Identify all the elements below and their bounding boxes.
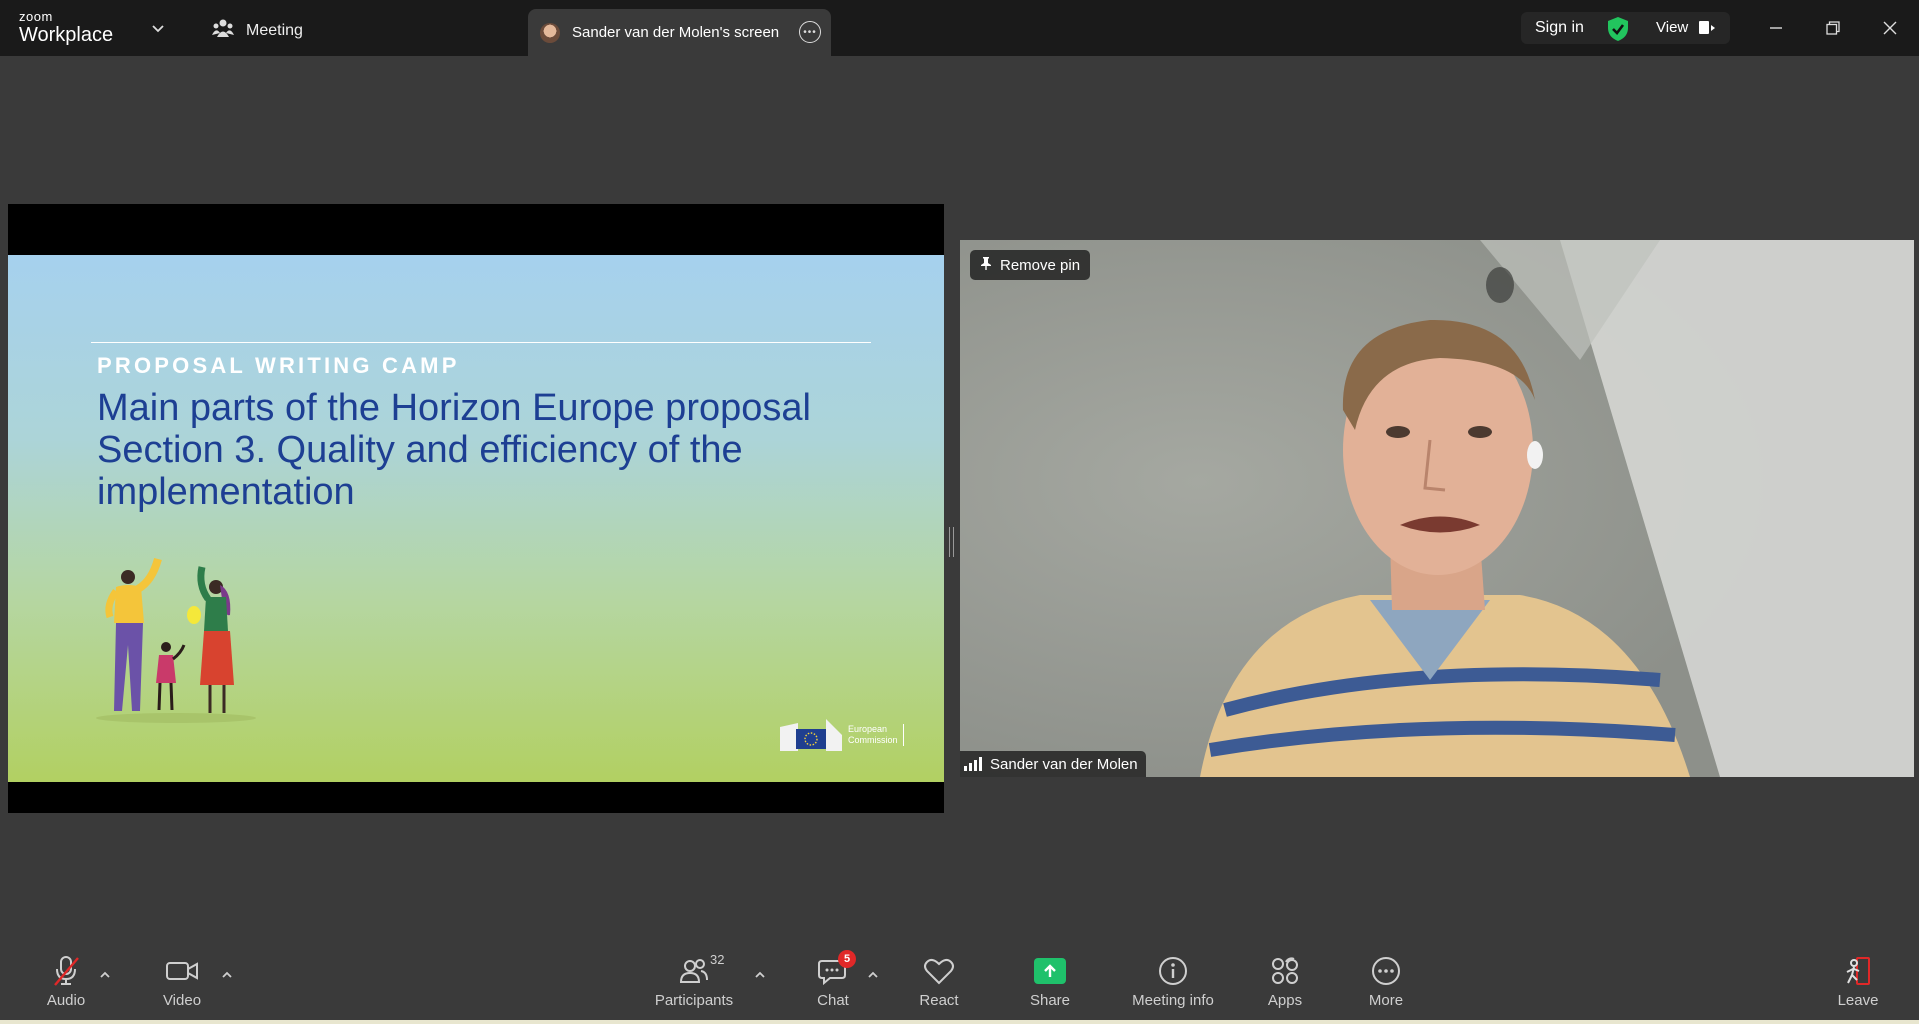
video-camera-icon [165, 954, 199, 988]
meeting-menu[interactable]: Meeting [212, 18, 303, 43]
leave-label: Leave [1837, 992, 1879, 1009]
signal-strength-icon [964, 757, 982, 771]
video-label: Video [162, 992, 202, 1009]
logo-large-text: Workplace [19, 24, 114, 46]
participants-icon: 32 [680, 952, 724, 988]
participant-name: Sander van der Molen [990, 755, 1138, 773]
chevron-down-icon[interactable] [150, 20, 166, 36]
remove-pin-button[interactable]: Remove pin [970, 250, 1091, 280]
meeting-label: Meeting [246, 21, 303, 39]
participants-options-chevron-up-icon[interactable] [753, 968, 767, 982]
participants-label: Participants [654, 992, 734, 1009]
participant-name-tag: Sander van der Molen [960, 751, 1146, 777]
tab-shared-screen[interactable]: Sander van der Molen's screen ••• [528, 9, 831, 56]
shared-screen: PROPOSAL WRITING CAMP Main parts of the … [8, 204, 944, 813]
react-label: React [919, 992, 959, 1009]
view-button[interactable]: View [1656, 19, 1688, 36]
leave-door-icon [1843, 954, 1873, 988]
logo-small-text: zoom [19, 9, 53, 24]
slide-title: Main parts of the Horizon Europe proposa… [97, 387, 877, 513]
info-icon [1157, 954, 1189, 988]
split-resize-handle[interactable] [949, 527, 954, 557]
pin-icon [980, 256, 992, 274]
ec-text-line-1: European [848, 724, 888, 734]
audio-label: Audio [46, 992, 86, 1009]
participant-video-frame [960, 240, 1914, 777]
tab-label: Sander van der Molen's screen [572, 24, 780, 41]
apps-icon [1270, 954, 1300, 988]
remove-pin-label: Remove pin [1000, 256, 1081, 274]
heart-icon [923, 954, 955, 988]
slide-title-line-2: Section 3. Quality and efficiency of the [97, 429, 743, 471]
view-layout-icon[interactable] [1699, 21, 1715, 34]
chat-bubble-icon: 5 [818, 950, 856, 988]
share-screen-icon [1034, 954, 1066, 988]
apps-button[interactable]: Apps [1235, 954, 1335, 1009]
avatar [540, 22, 560, 43]
meeting-info-button[interactable]: Meeting info [1123, 954, 1223, 1009]
leave-button[interactable]: Leave [1808, 954, 1908, 1009]
participant-video[interactable]: Remove pin Sander van der Molen [960, 240, 1914, 777]
meeting-info-label: Meeting info [1132, 992, 1214, 1009]
account-area: Sign in View [1521, 12, 1730, 44]
slide-divider [91, 342, 871, 343]
more-options-icon [1370, 954, 1402, 988]
more-label: More [1368, 992, 1404, 1009]
apps-label: Apps [1267, 992, 1303, 1009]
slide-kicker: PROPOSAL WRITING CAMP [97, 353, 460, 378]
share-label: Share [1029, 992, 1071, 1009]
chat-options-chevron-up-icon[interactable] [866, 968, 880, 982]
european-commission-logo: European Commission [778, 717, 904, 753]
participants-button[interactable]: 32 Participants [644, 952, 744, 1009]
european-commission-text: European Commission [848, 724, 904, 746]
meeting-toolbar: Audio Video 32 Participants 5 Chat React… [0, 940, 1919, 1024]
microphone-muted-icon [51, 954, 81, 988]
close-icon[interactable] [1876, 14, 1904, 42]
slide-title-line-3: implementation [97, 471, 355, 513]
react-button[interactable]: React [889, 954, 989, 1009]
window-bottom-edge [0, 1020, 1919, 1024]
shield-check-icon[interactable] [1606, 16, 1630, 47]
restore-icon[interactable] [1819, 14, 1847, 42]
ec-text-line-2: Commission [848, 735, 898, 745]
minimize-icon[interactable] [1762, 14, 1790, 42]
share-button[interactable]: Share [1000, 954, 1100, 1009]
audio-options-chevron-up-icon[interactable] [98, 968, 112, 982]
chat-unread-badge: 5 [838, 950, 856, 968]
family-illustration [86, 555, 266, 730]
video-options-chevron-up-icon[interactable] [220, 968, 234, 982]
meeting-icon [212, 18, 234, 43]
presentation-slide: PROPOSAL WRITING CAMP Main parts of the … [8, 255, 944, 782]
slide-title-line-1: Main parts of the Horizon Europe proposa… [97, 387, 811, 429]
zoom-workplace-logo: zoom Workplace [19, 10, 113, 45]
participants-count: 32 [710, 952, 725, 967]
sign-in-button[interactable]: Sign in [1535, 19, 1584, 37]
video-button[interactable]: Video [132, 954, 232, 1009]
more-options-icon[interactable]: ••• [799, 21, 821, 43]
title-bar: zoom Workplace Meeting Sander van der Mo… [0, 0, 1919, 56]
more-button[interactable]: More [1336, 954, 1436, 1009]
chat-label: Chat [817, 992, 849, 1009]
